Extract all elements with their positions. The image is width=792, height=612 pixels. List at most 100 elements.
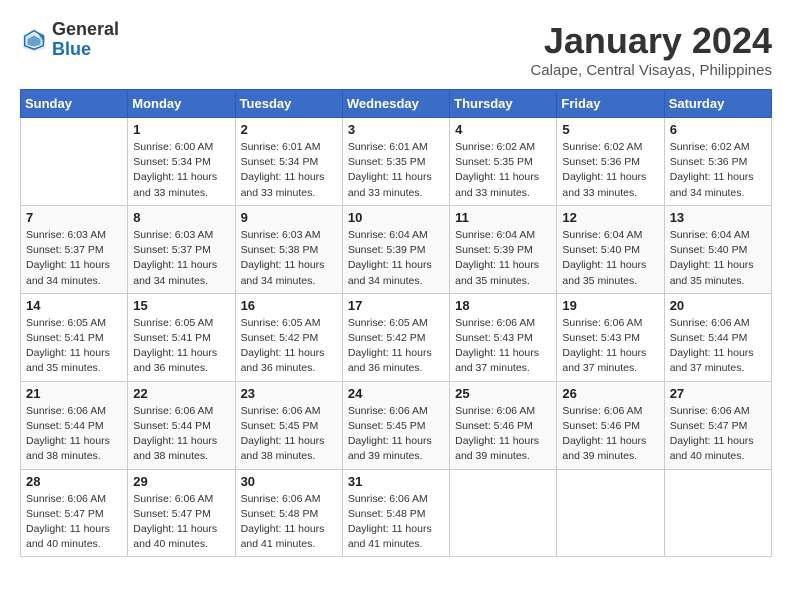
day-number: 29 (133, 474, 229, 489)
calendar-cell: 14Sunrise: 6:05 AMSunset: 5:41 PMDayligh… (21, 293, 128, 381)
day-info: Sunrise: 6:01 AMSunset: 5:34 PMDaylight:… (241, 140, 337, 201)
calendar-cell: 10 Sunrise: 6:04 AMSunset: 5:39 PMDayligh… (342, 205, 449, 293)
day-info: Sunrise: 6:04 AMSunset: 5:40 PMDaylight:… (562, 228, 658, 289)
day-info: Sunrise: 6:03 AMSunset: 5:38 PMDaylight:… (241, 228, 337, 289)
day-info: Sunrise: 6:04 AMSunset: 5:39 PMDaylight:… (348, 228, 444, 289)
day-number: 23 (241, 386, 337, 401)
calendar-cell: 2 Sunrise: 6:01 AMSunset: 5:34 PMDaylight… (235, 118, 342, 206)
month-title: January 2024 (530, 20, 772, 62)
day-number: 10 (348, 210, 444, 225)
day-number: 20 (670, 298, 766, 313)
calendar-cell: 12 Sunrise: 6:04 AMSunset: 5:40 PMDayligh… (557, 205, 664, 293)
logo: General Blue (20, 20, 119, 60)
day-info: Sunrise: 6:03 AMSunset: 5:37 PMDaylight:… (133, 228, 229, 289)
calendar-cell (664, 469, 771, 557)
day-number: 22 (133, 386, 229, 401)
day-info: Sunrise: 6:06 AMSunset: 5:47 PMDaylight:… (670, 404, 766, 465)
calendar-cell: 28 Sunrise: 6:06 AMSunset: 5:47 PMDayligh… (21, 469, 128, 557)
day-info: Sunrise: 6:03 AMSunset: 5:37 PMDaylight:… (26, 228, 122, 289)
day-number: 8 (133, 210, 229, 225)
calendar-cell: 22 Sunrise: 6:06 AMSunset: 5:44 PMDayligh… (128, 381, 235, 469)
day-header-thursday: Thursday (450, 90, 557, 118)
calendar-cell: 13Sunrise: 6:04 AMSunset: 5:40 PMDayligh… (664, 205, 771, 293)
calendar-cell (450, 469, 557, 557)
day-number: 4 (455, 122, 551, 137)
calendar-cell: 8 Sunrise: 6:03 AMSunset: 5:37 PMDaylight… (128, 205, 235, 293)
day-header-tuesday: Tuesday (235, 90, 342, 118)
day-number: 18 (455, 298, 551, 313)
calendar-cell: 23 Sunrise: 6:06 AMSunset: 5:45 PMDayligh… (235, 381, 342, 469)
day-number: 21 (26, 386, 122, 401)
day-info: Sunrise: 6:06 AMSunset: 5:43 PMDaylight:… (455, 316, 551, 377)
calendar-cell: 1 Sunrise: 6:00 AMSunset: 5:34 PMDaylight… (128, 118, 235, 206)
calendar-cell: 11Sunrise: 6:04 AMSunset: 5:39 PMDayligh… (450, 205, 557, 293)
logo-general: General (52, 19, 119, 39)
calendar-cell: 6 Sunrise: 6:02 AMSunset: 5:36 PMDaylight… (664, 118, 771, 206)
day-number: 11 (455, 210, 551, 225)
calendar-week-row: 21 Sunrise: 6:06 AMSunset: 5:44 PMDayligh… (21, 381, 772, 469)
calendar-cell: 19 Sunrise: 6:06 AMSunset: 5:43 PMDayligh… (557, 293, 664, 381)
day-info: Sunrise: 6:04 AMSunset: 5:40 PMDaylight:… (670, 228, 766, 289)
calendar-cell: 4 Sunrise: 6:02 AMSunset: 5:35 PMDaylight… (450, 118, 557, 206)
day-number: 19 (562, 298, 658, 313)
page-header: General Blue January 2024 Calape, Centra… (20, 20, 772, 79)
day-info: Sunrise: 6:06 AMSunset: 5:44 PMDaylight:… (670, 316, 766, 377)
calendar-cell: 3 Sunrise: 6:01 AMSunset: 5:35 PMDaylight… (342, 118, 449, 206)
day-number: 25 (455, 386, 551, 401)
calendar-cell (21, 118, 128, 206)
day-info: Sunrise: 6:06 AMSunset: 5:46 PMDaylight:… (455, 404, 551, 465)
day-info: Sunrise: 6:00 AMSunset: 5:34 PMDaylight:… (133, 140, 229, 201)
calendar-cell: 17 Sunrise: 6:05 AMSunset: 5:42 PMDayligh… (342, 293, 449, 381)
day-info: Sunrise: 6:06 AMSunset: 5:46 PMDaylight:… (562, 404, 658, 465)
calendar-week-row: 7Sunrise: 6:03 AMSunset: 5:37 PMDaylight… (21, 205, 772, 293)
day-number: 31 (348, 474, 444, 489)
day-number: 3 (348, 122, 444, 137)
day-number: 6 (670, 122, 766, 137)
day-info: Sunrise: 6:05 AMSunset: 5:41 PMDaylight:… (133, 316, 229, 377)
day-number: 15 (133, 298, 229, 313)
day-info: Sunrise: 6:05 AMSunset: 5:41 PMDaylight:… (26, 316, 122, 377)
day-info: Sunrise: 6:01 AMSunset: 5:35 PMDaylight:… (348, 140, 444, 201)
day-number: 16 (241, 298, 337, 313)
calendar-cell: 29 Sunrise: 6:06 AMSunset: 5:47 PMDayligh… (128, 469, 235, 557)
logo-text: General Blue (52, 20, 119, 60)
calendar-cell: 31 Sunrise: 6:06 AMSunset: 5:48 PMDayligh… (342, 469, 449, 557)
calendar-cell: 20 Sunrise: 6:06 AMSunset: 5:44 PMDayligh… (664, 293, 771, 381)
day-info: Sunrise: 6:02 AMSunset: 5:35 PMDaylight:… (455, 140, 551, 201)
calendar-cell (557, 469, 664, 557)
day-info: Sunrise: 6:06 AMSunset: 5:44 PMDaylight:… (26, 404, 122, 465)
calendar-cell: 25 Sunrise: 6:06 AMSunset: 5:46 PMDayligh… (450, 381, 557, 469)
calendar-cell: 21 Sunrise: 6:06 AMSunset: 5:44 PMDayligh… (21, 381, 128, 469)
day-info: Sunrise: 6:06 AMSunset: 5:45 PMDaylight:… (241, 404, 337, 465)
day-info: Sunrise: 6:06 AMSunset: 5:43 PMDaylight:… (562, 316, 658, 377)
calendar-cell: 7Sunrise: 6:03 AMSunset: 5:37 PMDaylight… (21, 205, 128, 293)
calendar-cell: 24Sunrise: 6:06 AMSunset: 5:45 PMDayligh… (342, 381, 449, 469)
day-info: Sunrise: 6:05 AMSunset: 5:42 PMDaylight:… (348, 316, 444, 377)
day-info: Sunrise: 6:06 AMSunset: 5:47 PMDaylight:… (26, 492, 122, 553)
day-info: Sunrise: 6:06 AMSunset: 5:47 PMDaylight:… (133, 492, 229, 553)
day-info: Sunrise: 6:02 AMSunset: 5:36 PMDaylight:… (670, 140, 766, 201)
calendar-table: SundayMondayTuesdayWednesdayThursdayFrid… (20, 89, 772, 557)
day-header-wednesday: Wednesday (342, 90, 449, 118)
day-info: Sunrise: 6:02 AMSunset: 5:36 PMDaylight:… (562, 140, 658, 201)
day-number: 12 (562, 210, 658, 225)
calendar-cell: 26 Sunrise: 6:06 AMSunset: 5:46 PMDayligh… (557, 381, 664, 469)
calendar-cell: 16 Sunrise: 6:05 AMSunset: 5:42 PMDayligh… (235, 293, 342, 381)
day-header-friday: Friday (557, 90, 664, 118)
calendar-cell: 5 Sunrise: 6:02 AMSunset: 5:36 PMDaylight… (557, 118, 664, 206)
day-number: 9 (241, 210, 337, 225)
day-number: 28 (26, 474, 122, 489)
day-number: 2 (241, 122, 337, 137)
day-info: Sunrise: 6:06 AMSunset: 5:48 PMDaylight:… (348, 492, 444, 553)
day-number: 26 (562, 386, 658, 401)
day-info: Sunrise: 6:06 AMSunset: 5:44 PMDaylight:… (133, 404, 229, 465)
day-number: 5 (562, 122, 658, 137)
day-info: Sunrise: 6:06 AMSunset: 5:45 PMDaylight:… (348, 404, 444, 465)
calendar-header-row: SundayMondayTuesdayWednesdayThursdayFrid… (21, 90, 772, 118)
day-number: 17 (348, 298, 444, 313)
calendar-week-row: 1 Sunrise: 6:00 AMSunset: 5:34 PMDaylight… (21, 118, 772, 206)
day-number: 1 (133, 122, 229, 137)
day-info: Sunrise: 6:05 AMSunset: 5:42 PMDaylight:… (241, 316, 337, 377)
calendar-week-row: 14Sunrise: 6:05 AMSunset: 5:41 PMDayligh… (21, 293, 772, 381)
calendar-cell: 18 Sunrise: 6:06 AMSunset: 5:43 PMDayligh… (450, 293, 557, 381)
